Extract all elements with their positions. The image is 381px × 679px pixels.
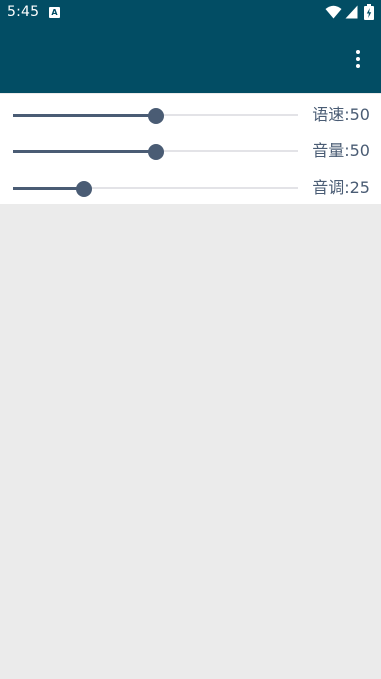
volume-label: 音量:50 <box>312 141 370 160</box>
pitch-slider-fill <box>13 186 85 190</box>
battery-charging-icon <box>364 4 374 20</box>
more-vert-icon[interactable] <box>346 47 370 71</box>
speed-label: 语速:50 <box>312 105 370 124</box>
volume-slider-thumb[interactable] <box>147 144 164 160</box>
pitch-slider-thumb[interactable] <box>76 181 93 197</box>
speed-slider-row: 语速:50 <box>0 95 381 131</box>
volume-slider-fill <box>13 149 156 153</box>
pitch-slider-row: 音调:25 <box>0 168 381 204</box>
app-bar: 5:45 A <box>0 0 381 93</box>
content-area <box>0 204 381 679</box>
volume-slider-row: 音量:50 <box>0 131 381 167</box>
tts-settings-panel: 语速:50 音量:50 音调:25 <box>0 94 381 204</box>
status-bar: 5:45 A <box>0 0 381 26</box>
notification-icon: A <box>49 7 60 18</box>
pitch-label: 音调:25 <box>312 178 370 197</box>
speed-slider-fill <box>13 113 156 117</box>
cell-signal-icon <box>345 5 358 19</box>
wifi-icon <box>325 5 342 19</box>
pitch-slider-track[interactable] <box>13 186 298 190</box>
speed-slider-thumb[interactable] <box>147 108 164 124</box>
status-time: 5:45 <box>7 4 40 20</box>
